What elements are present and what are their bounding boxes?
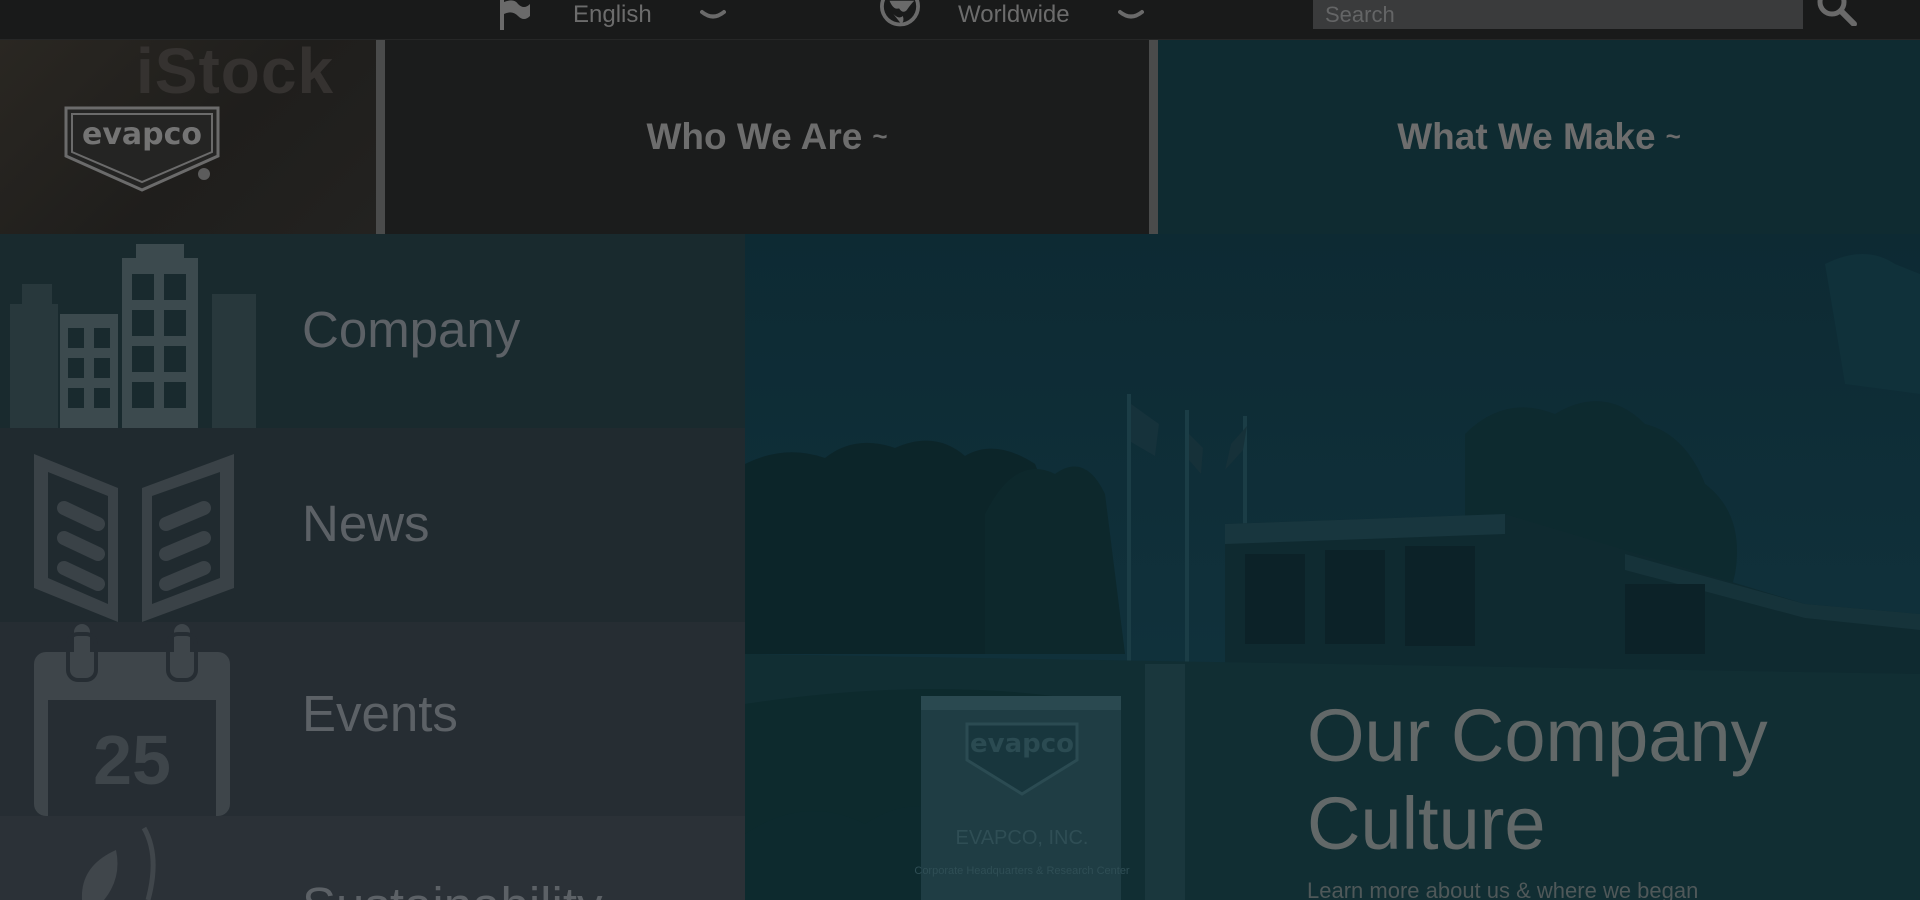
nav-separator (376, 40, 385, 234)
chevron-down-icon (1117, 10, 1144, 19)
menu-item-label: News (302, 495, 430, 552)
chevron-down-icon (699, 10, 726, 19)
nav-what-we-make[interactable]: What We Make ~ (1158, 40, 1920, 234)
about-menu: Company News 25 Events (0, 234, 745, 900)
hero-text: Our Company Culture Learn more about us … (1307, 692, 1867, 900)
chevron-down-icon: ~ (872, 121, 888, 151)
region-label: Worldwide (958, 1, 1070, 28)
calendar-icon: 25 (34, 624, 230, 816)
region-selector[interactable]: Worldwide (880, 0, 1144, 30)
logo-link[interactable]: iStock evapco (0, 40, 376, 234)
language-selector[interactable]: English (495, 0, 726, 30)
calendar-day-text: 25 (93, 721, 171, 799)
hero-subtitle: Learn more about us & where we began (1307, 878, 1699, 900)
nav-separator (1149, 40, 1158, 234)
globe-icon (880, 0, 920, 30)
nav-what-we-make-label: What We Make (1397, 116, 1656, 157)
nav-who-we-are-label: Who We Are (646, 116, 863, 157)
hero-banner[interactable]: evapco EVAPCO, INC. Corporate Headquarte… (745, 234, 1920, 900)
svg-text:evapco: evapco (82, 117, 202, 152)
nav-who-we-are[interactable]: Who We Are ~ (385, 40, 1149, 234)
top-utility-bar: English Worldwide (0, 0, 1920, 40)
menu-item-label: Events (302, 685, 458, 742)
open-book-icon (34, 454, 234, 622)
svg-text:evapco: evapco (970, 729, 1074, 759)
search-button[interactable] (1812, 0, 1860, 26)
buildings-icon (10, 244, 256, 428)
menu-item-events[interactable]: 25 Events (0, 622, 745, 816)
leaf-icon (81, 826, 156, 900)
sign-name-text: EVAPCO, INC. (956, 827, 1089, 849)
menu-item-label: Company (302, 301, 521, 358)
stock-watermark: iStock (136, 40, 335, 107)
menu-item-sustainability[interactable]: Sustainability (0, 816, 745, 900)
sign-subtitle-text: Corporate Headquarters & Research Center (914, 865, 1130, 877)
search-input[interactable] (1313, 0, 1803, 29)
menu-item-news[interactable]: News (0, 428, 745, 622)
search-icon (1817, 0, 1857, 26)
chevron-down-icon: ~ (1665, 121, 1681, 151)
main-navigation: iStock evapco Who We Are ~ What We Make ~ (0, 40, 1920, 234)
hero-title: Our Company Culture (1307, 694, 1768, 865)
flag-icon (495, 0, 535, 30)
evapco-logo: evapco (64, 106, 220, 192)
language-label: English (573, 1, 652, 28)
menu-item-company[interactable]: Company (0, 234, 745, 428)
menu-item-label: Sustainability (302, 876, 603, 900)
